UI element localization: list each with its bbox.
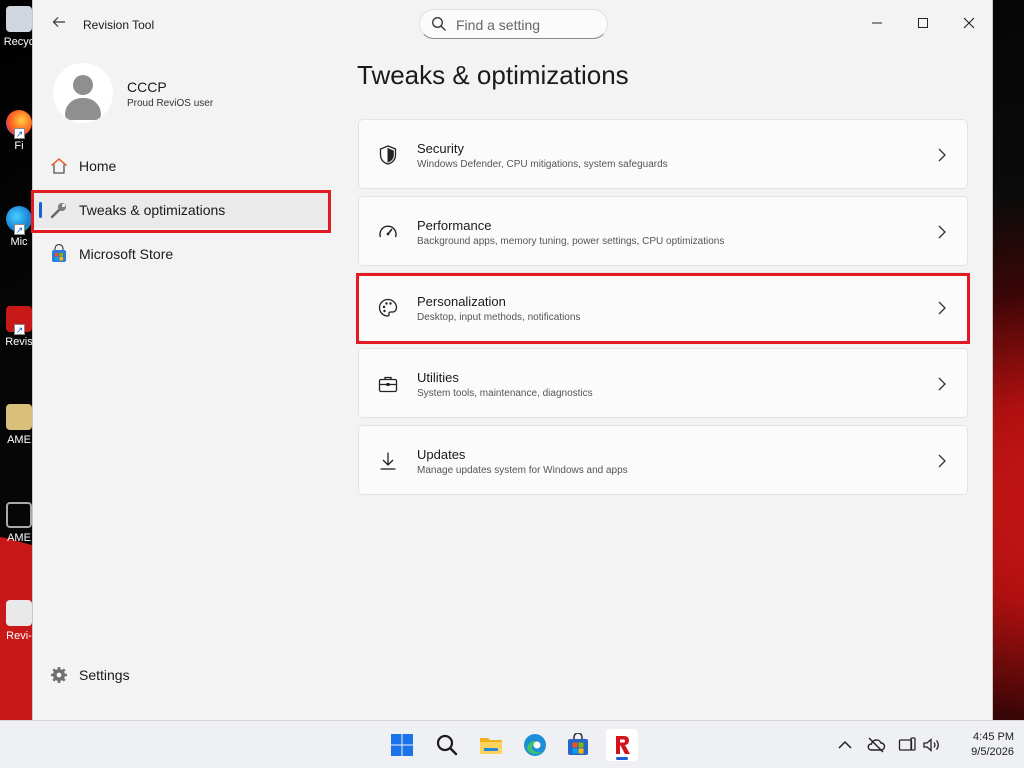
shortcut-arrow-icon: ↗	[14, 128, 25, 139]
highlight-box-sidebar	[31, 190, 331, 233]
sidebar-item-microsoft-store[interactable]: Microsoft Store	[33, 236, 329, 272]
card-security[interactable]: Security Windows Defender, CPU mitigatio…	[358, 119, 968, 189]
ame-icon	[6, 404, 32, 430]
card-subtitle: Manage updates system for Windows and ap…	[417, 465, 628, 476]
desktop-icon-revi[interactable]: Revi-	[2, 600, 36, 642]
shortcut-arrow-icon: ↗	[14, 324, 25, 335]
profile-name: CCCP	[127, 79, 167, 95]
card-subtitle: System tools, maintenance, diagnostics	[417, 388, 593, 399]
highlight-box-personalization	[356, 273, 970, 344]
chevron-right-icon	[938, 225, 946, 239]
taskbar-search-button[interactable]	[431, 729, 463, 761]
active-app-indicator	[616, 757, 628, 760]
close-icon	[963, 17, 975, 29]
network-disconnected-icon[interactable]	[866, 735, 886, 755]
sidebar-item-label: Settings	[79, 667, 130, 683]
revision-tool-window: Revision Tool CCCP Proud ReviOS user	[31, 0, 993, 720]
clock-time: 4:45 PM	[973, 731, 1014, 743]
card-utilities[interactable]: Utilities System tools, maintenance, dia…	[358, 348, 968, 418]
desktop-icon-ame[interactable]: AME	[2, 404, 36, 446]
sidebar-item-settings[interactable]: Settings	[33, 657, 329, 693]
store-icon	[52, 244, 66, 262]
title-bar: Revision Tool	[33, 0, 992, 48]
home-icon	[50, 157, 68, 174]
search-icon	[432, 17, 446, 31]
minimize-button[interactable]	[857, 8, 897, 40]
clock-date: 9/5/2026	[971, 746, 1014, 758]
search-box[interactable]	[419, 9, 608, 39]
taskbar-microsoft-store[interactable]	[562, 729, 594, 761]
search-icon	[436, 734, 458, 756]
sidebar-item-label: Microsoft Store	[79, 246, 174, 262]
store-icon	[568, 733, 588, 755]
taskbar-file-explorer[interactable]	[475, 729, 507, 761]
chevron-up-icon[interactable]	[835, 735, 855, 755]
chevron-right-icon	[938, 148, 946, 162]
desktop-icon-recycle-bin[interactable]: Recyc	[2, 6, 36, 48]
toolbox-icon	[378, 376, 398, 393]
shield-icon	[379, 145, 397, 165]
volume-icon[interactable]	[921, 735, 941, 755]
taskbar: 4:45 PM 9/5/2026	[0, 720, 1024, 768]
sidebar-item-home[interactable]: Home	[33, 148, 329, 184]
card-title: Updates	[417, 447, 466, 462]
card-updates[interactable]: Updates Manage updates system for Window…	[358, 425, 968, 495]
chevron-right-icon	[938, 454, 946, 468]
shortcut-arrow-icon: ↗	[14, 224, 25, 235]
maximize-icon	[918, 18, 928, 28]
gauge-icon	[379, 225, 397, 238]
revision-tool-icon	[616, 736, 630, 754]
download-icon	[380, 452, 396, 470]
ame-cube-icon	[6, 502, 32, 528]
search-input[interactable]	[456, 16, 596, 34]
taskbar-revision-tool[interactable]	[606, 729, 638, 761]
taskbar-edge[interactable]	[519, 729, 551, 761]
start-icon	[391, 734, 413, 756]
card-title: Utilities	[417, 370, 459, 385]
card-subtitle: Background apps, memory tuning, power se…	[417, 236, 725, 247]
desktop-icon-firefox[interactable]: ↗ Fi	[2, 110, 36, 152]
card-performance[interactable]: Performance Background apps, memory tuni…	[358, 196, 968, 266]
taskbar-clock[interactable]: 4:45 PM 9/5/2026	[944, 730, 1014, 760]
app-title: Revision Tool	[83, 18, 155, 32]
close-button[interactable]	[949, 8, 989, 40]
device-icon[interactable]	[897, 735, 917, 755]
back-arrow-icon	[52, 17, 65, 27]
recycle-bin-icon	[6, 6, 32, 32]
edge-icon	[524, 734, 546, 756]
gear-icon	[51, 667, 67, 683]
maximize-button[interactable]	[903, 8, 943, 40]
file-icon	[6, 600, 32, 626]
file-explorer-icon	[480, 738, 502, 754]
card-subtitle: Windows Defender, CPU mitigations, syste…	[417, 159, 668, 170]
back-button[interactable]	[47, 10, 71, 34]
card-title: Performance	[417, 218, 492, 233]
minimize-icon	[872, 22, 882, 24]
desktop-icon-ame-2[interactable]: AME	[2, 502, 36, 544]
desktop-icon-revision[interactable]: ↗ Revis	[2, 306, 36, 348]
card-title: Security	[417, 141, 464, 156]
chevron-right-icon	[938, 377, 946, 391]
avatar	[53, 63, 113, 123]
profile-subtitle: Proud ReviOS user	[127, 98, 214, 109]
page-title: Tweaks & optimizations	[357, 60, 629, 90]
taskbar-start-button[interactable]	[386, 729, 418, 761]
sidebar-item-label: Home	[79, 158, 117, 174]
